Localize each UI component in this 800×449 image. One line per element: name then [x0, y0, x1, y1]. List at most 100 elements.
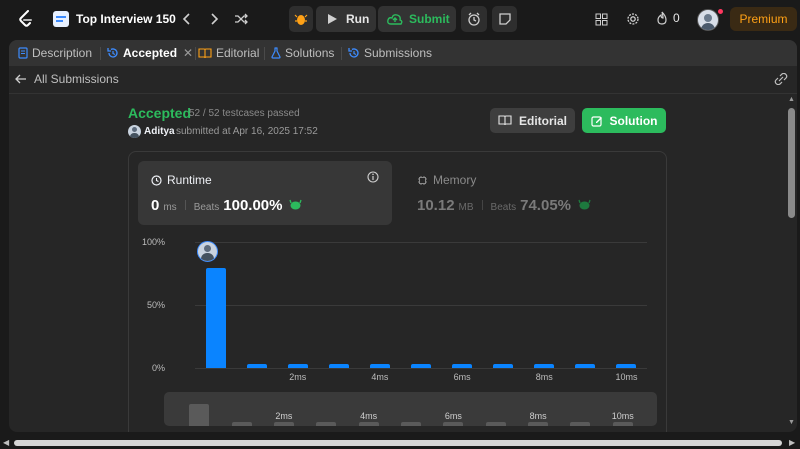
submitter-avatar[interactable]	[128, 125, 141, 138]
problem-list-icon[interactable]	[53, 11, 69, 27]
streak-counter[interactable]: 0	[656, 11, 680, 25]
tab-divider	[264, 47, 265, 60]
runtime-value-row: 0 ms Beats 100.00%	[151, 197, 303, 214]
memory-beats-label: Beats	[490, 202, 517, 213]
chart-bar[interactable]	[328, 364, 349, 368]
tab-editorial[interactable]: Editorial	[198, 40, 259, 66]
y-tick-label: 50%	[146, 300, 165, 310]
problem-list-title[interactable]: Top Interview 150	[76, 12, 176, 26]
tab-description[interactable]: Description	[18, 40, 92, 66]
tab-description-label: Description	[32, 46, 93, 60]
run-label: Run	[346, 12, 370, 26]
notification-dot	[718, 9, 723, 14]
runtime-unit: ms	[163, 202, 177, 213]
scroll-up-icon[interactable]: ▲	[788, 96, 795, 104]
cloud-upload-icon	[387, 13, 403, 25]
memory-value: 10.12	[417, 197, 455, 214]
document-icon	[18, 47, 28, 59]
range-overview-chart[interactable]: 2ms 4ms 6ms 8ms 10ms	[164, 392, 657, 426]
solution-button[interactable]: Solution	[582, 108, 666, 133]
settings-gear-icon[interactable]	[620, 6, 646, 32]
mini-chart-bar	[231, 422, 252, 426]
your-submission-avatar[interactable]	[197, 241, 218, 262]
scroll-down-icon[interactable]: ▼	[788, 419, 795, 427]
tab-submissions[interactable]: Submissions	[348, 40, 432, 66]
beats-emoji-icon	[578, 199, 591, 210]
editorial-button-label: Editorial	[518, 113, 567, 128]
submission-subheader: All Submissions	[9, 66, 797, 94]
chart-bar[interactable]	[493, 364, 514, 368]
chart-bar[interactable]	[246, 364, 267, 368]
stats-card: Runtime 0 ms Beats 100.00% Memory 10.12 …	[128, 151, 667, 432]
submission-panel: Description Accepted ✕ Editorial Solutio…	[9, 40, 797, 432]
x-tick-label: 10ms	[615, 372, 638, 382]
info-icon[interactable]	[367, 171, 379, 183]
prev-problem-icon[interactable]	[174, 6, 200, 32]
scroll-left-icon[interactable]: ◀	[3, 438, 9, 447]
premium-button[interactable]: Premium	[730, 7, 797, 31]
chart-bar[interactable]	[205, 268, 226, 368]
submitter-name[interactable]: Aditya	[144, 126, 175, 137]
x-tick-label: 6ms	[453, 372, 471, 382]
chart-bar[interactable]	[287, 364, 308, 368]
note-icon	[498, 13, 511, 25]
fire-icon	[656, 11, 668, 25]
chip-icon	[417, 175, 428, 186]
book-open-icon	[498, 115, 512, 126]
chart-gridline	[195, 305, 647, 306]
mini-chart-bar	[570, 422, 591, 426]
x-tick-label: 4ms	[371, 372, 389, 382]
scroll-right-icon[interactable]: ▶	[789, 438, 795, 447]
mini-chart-bar	[443, 422, 464, 426]
all-submissions-link[interactable]: All Submissions	[15, 72, 119, 86]
submitted-time: submitted at Apr 16, 2025 17:52	[176, 126, 318, 137]
book-icon	[198, 47, 212, 59]
user-avatar[interactable]	[697, 9, 719, 31]
all-submissions-label: All Submissions	[34, 72, 119, 86]
chart-bar[interactable]	[534, 364, 555, 368]
x-tick-label: 8ms	[535, 372, 553, 382]
debug-button[interactable]	[289, 6, 313, 32]
share-link-icon[interactable]	[774, 73, 788, 85]
chart-bar[interactable]	[452, 364, 473, 368]
memory-metric[interactable]: Memory 10.12 MB Beats 74.05%	[404, 161, 658, 225]
flask-icon	[271, 47, 281, 59]
submit-label: Submit	[409, 12, 450, 26]
runtime-metric[interactable]: Runtime 0 ms Beats 100.00%	[138, 161, 392, 225]
y-tick-label: 0%	[151, 363, 165, 373]
beats-emoji-icon	[289, 199, 303, 210]
notes-button[interactable]	[492, 6, 517, 32]
horizontal-scrollbar[interactable]: ◀ ▶	[0, 436, 800, 449]
chart-bar[interactable]	[575, 364, 596, 368]
chart-gridline	[195, 368, 647, 369]
tab-accepted[interactable]: Accepted ✕	[107, 40, 193, 66]
vertical-scroll-thumb[interactable]	[788, 108, 795, 218]
runtime-title-label: Runtime	[167, 173, 212, 187]
chart-bar[interactable]	[616, 364, 637, 368]
mini-chart-bar	[273, 422, 294, 426]
timer-button[interactable]	[461, 6, 487, 32]
chart-bar[interactable]	[369, 364, 390, 368]
mini-chart-bar	[189, 404, 210, 426]
leetcode-logo-icon[interactable]	[13, 6, 39, 32]
vertical-scrollbar[interactable]: ▲ ▼	[787, 96, 796, 427]
chart-bar[interactable]	[411, 364, 431, 368]
layout-grid-icon[interactable]	[588, 6, 614, 32]
mini-x-tick-label: 6ms	[444, 411, 462, 421]
close-tab-icon[interactable]: ✕	[183, 46, 193, 60]
tab-solutions[interactable]: Solutions	[271, 40, 334, 66]
next-problem-icon[interactable]	[201, 6, 227, 32]
mini-x-tick-label: 8ms	[529, 411, 547, 421]
y-tick-label: 100%	[141, 237, 165, 247]
memory-title: Memory	[417, 173, 476, 187]
top-navbar: Top Interview 150 Run Submit 0 Premium	[0, 0, 800, 38]
submit-button[interactable]: Submit	[378, 6, 456, 32]
testcases-passed: 52 / 52 testcases passed	[189, 108, 300, 119]
memory-unit: MB	[458, 202, 474, 213]
horizontal-scroll-thumb[interactable]	[14, 440, 782, 446]
runtime-title: Runtime	[151, 173, 212, 187]
editorial-button[interactable]: Editorial	[490, 108, 575, 133]
shuffle-icon[interactable]	[228, 6, 254, 32]
run-button[interactable]: Run	[316, 6, 376, 32]
tab-accepted-label: Accepted	[123, 46, 178, 60]
